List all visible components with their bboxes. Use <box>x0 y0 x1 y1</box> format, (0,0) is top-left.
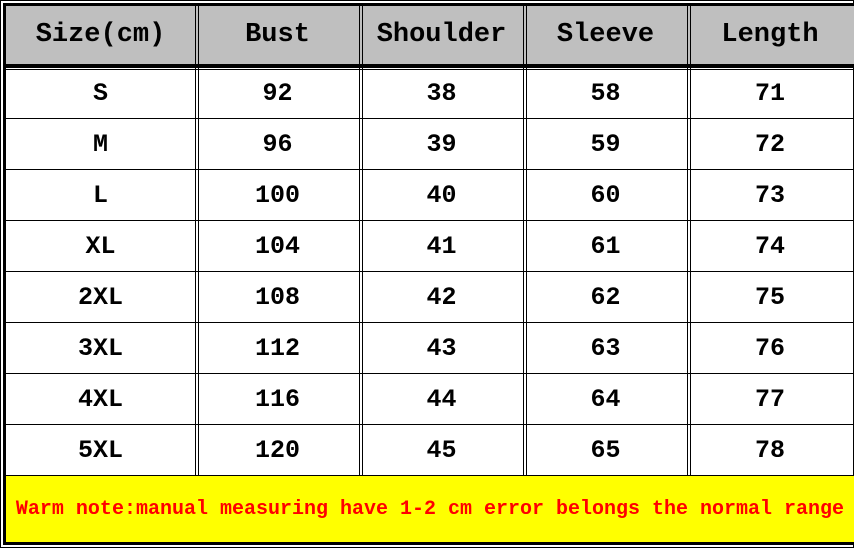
table-row: L 100 40 60 73 <box>6 170 854 221</box>
cell-length: 78 <box>688 425 852 475</box>
cell-bust: 108 <box>196 272 360 322</box>
cell-bust: 92 <box>196 68 360 118</box>
cell-shoulder: 41 <box>360 221 524 271</box>
cell-length: 71 <box>688 68 852 118</box>
cell-sleeve: 59 <box>524 119 688 169</box>
cell-size: M <box>6 119 196 169</box>
cell-length: 75 <box>688 272 852 322</box>
cell-sleeve: 60 <box>524 170 688 220</box>
cell-bust: 104 <box>196 221 360 271</box>
cell-shoulder: 38 <box>360 68 524 118</box>
header-bust: Bust <box>196 6 360 64</box>
cell-length: 77 <box>688 374 852 424</box>
cell-size: 5XL <box>6 425 196 475</box>
cell-sleeve: 62 <box>524 272 688 322</box>
table-row: 4XL 116 44 64 77 <box>6 374 854 425</box>
cell-length: 76 <box>688 323 852 373</box>
cell-size: 3XL <box>6 323 196 373</box>
cell-size: 2XL <box>6 272 196 322</box>
cell-bust: 96 <box>196 119 360 169</box>
cell-size: L <box>6 170 196 220</box>
table-row: XL 104 41 61 74 <box>6 221 854 272</box>
cell-shoulder: 40 <box>360 170 524 220</box>
cell-length: 73 <box>688 170 852 220</box>
table-row: M 96 39 59 72 <box>6 119 854 170</box>
header-size: Size(cm) <box>6 6 196 64</box>
cell-sleeve: 58 <box>524 68 688 118</box>
cell-shoulder: 39 <box>360 119 524 169</box>
cell-sleeve: 63 <box>524 323 688 373</box>
header-length: Length <box>688 6 852 64</box>
cell-shoulder: 44 <box>360 374 524 424</box>
cell-sleeve: 64 <box>524 374 688 424</box>
table-row: 2XL 108 42 62 75 <box>6 272 854 323</box>
cell-size: XL <box>6 221 196 271</box>
table-row: 5XL 120 45 65 78 <box>6 425 854 476</box>
cell-length: 72 <box>688 119 852 169</box>
cell-shoulder: 42 <box>360 272 524 322</box>
cell-sleeve: 65 <box>524 425 688 475</box>
header-sleeve: Sleeve <box>524 6 688 64</box>
cell-sleeve: 61 <box>524 221 688 271</box>
cell-size: 4XL <box>6 374 196 424</box>
header-row: Size(cm) Bust Shoulder Sleeve Length <box>6 6 854 68</box>
cell-size: S <box>6 68 196 118</box>
cell-bust: 100 <box>196 170 360 220</box>
cell-shoulder: 43 <box>360 323 524 373</box>
cell-shoulder: 45 <box>360 425 524 475</box>
cell-bust: 112 <box>196 323 360 373</box>
cell-bust: 120 <box>196 425 360 475</box>
warm-note: Warm note:manual measuring have 1-2 cm e… <box>6 476 854 542</box>
table-row: 3XL 112 43 63 76 <box>6 323 854 374</box>
size-chart-table: Size(cm) Bust Shoulder Sleeve Length S 9… <box>3 3 854 545</box>
cell-bust: 116 <box>196 374 360 424</box>
header-shoulder: Shoulder <box>360 6 524 64</box>
cell-length: 74 <box>688 221 852 271</box>
table-row: S 92 38 58 71 <box>6 68 854 119</box>
